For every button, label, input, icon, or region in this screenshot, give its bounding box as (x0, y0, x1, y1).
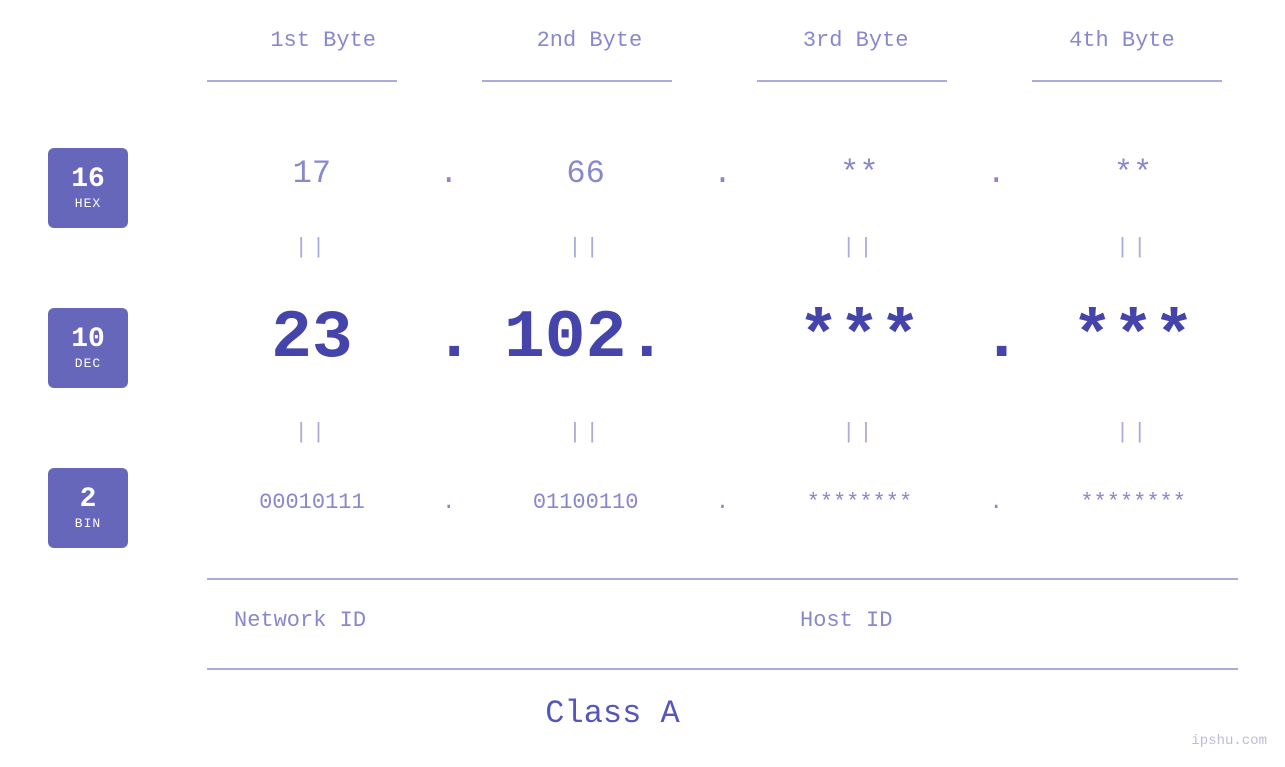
hex-dot-1: . (434, 155, 464, 192)
byte-label-3: 3rd Byte (723, 28, 989, 53)
separator-row-1: || || || || (190, 235, 1255, 260)
sep-cell-6: || (464, 420, 708, 445)
byte-labels-row: 1st Byte 2nd Byte 3rd Byte 4th Byte (190, 28, 1255, 53)
bin-dot-3: . (981, 490, 1011, 515)
sep-cell-4: || (1011, 235, 1255, 260)
hex-badge-num: 16 (71, 165, 105, 196)
bin-row: 00010111 . 01100110 . ******** . *******… (190, 490, 1255, 515)
byte-label-2: 2nd Byte (456, 28, 722, 53)
bracket-top-4 (1032, 80, 1222, 82)
byte-label-1: 1st Byte (190, 28, 456, 53)
dec-dot-1: . (434, 300, 464, 377)
bracket-top-2 (482, 80, 672, 82)
hex-badge: 16 HEX (48, 148, 128, 228)
dec-row: 23 . 102. . *** . *** (190, 300, 1255, 377)
sep-cell-8: || (1011, 420, 1255, 445)
main-container: 1st Byte 2nd Byte 3rd Byte 4th Byte 16 H… (0, 0, 1285, 767)
bin-dot-2: . (708, 490, 738, 515)
dec-cell-2: 102. (464, 300, 708, 377)
hex-row: 17 . 66 . ** . ** (190, 155, 1255, 192)
dec-dot-3: . (981, 300, 1011, 377)
dec-badge-label: DEC (75, 356, 101, 371)
bracket-top-1 (207, 80, 397, 82)
hex-dot-3: . (981, 155, 1011, 192)
bracket-bottom-right (482, 578, 1238, 580)
bin-badge-label: BIN (75, 516, 101, 531)
bin-cell-3: ******** (738, 490, 982, 515)
hex-cell-1: 17 (190, 155, 434, 192)
dec-badge: 10 DEC (48, 308, 128, 388)
bin-badge: 2 BIN (48, 468, 128, 548)
bin-cell-4: ******** (1011, 490, 1255, 515)
host-id-label: Host ID (800, 608, 892, 633)
bin-dot-1: . (434, 490, 464, 515)
bin-badge-num: 2 (80, 485, 97, 516)
bin-cell-1: 00010111 (190, 490, 434, 515)
dec-cell-1: 23 (190, 300, 434, 377)
dec-badge-num: 10 (71, 325, 105, 356)
hex-cell-4: ** (1011, 155, 1255, 192)
bracket-top-3 (757, 80, 947, 82)
bottom-line (207, 668, 1238, 670)
sep-cell-7: || (738, 420, 982, 445)
separator-row-2: || || || || (190, 420, 1255, 445)
hex-cell-3: ** (738, 155, 982, 192)
sep-cell-5: || (190, 420, 434, 445)
sep-cell-2: || (464, 235, 708, 260)
sep-cell-3: || (738, 235, 982, 260)
sep-cell-1: || (190, 235, 434, 260)
hex-badge-label: HEX (75, 196, 101, 211)
class-label: Class A (0, 695, 1225, 732)
hex-cell-2: 66 (464, 155, 708, 192)
byte-label-4: 4th Byte (989, 28, 1255, 53)
bin-cell-2: 01100110 (464, 490, 708, 515)
dec-cell-4: *** (1011, 300, 1255, 377)
hex-dot-2: . (708, 155, 738, 192)
watermark: ipshu.com (1191, 733, 1267, 749)
network-id-label: Network ID (234, 608, 366, 633)
dec-cell-3: *** (738, 300, 982, 377)
bracket-bottom-left (207, 578, 482, 580)
